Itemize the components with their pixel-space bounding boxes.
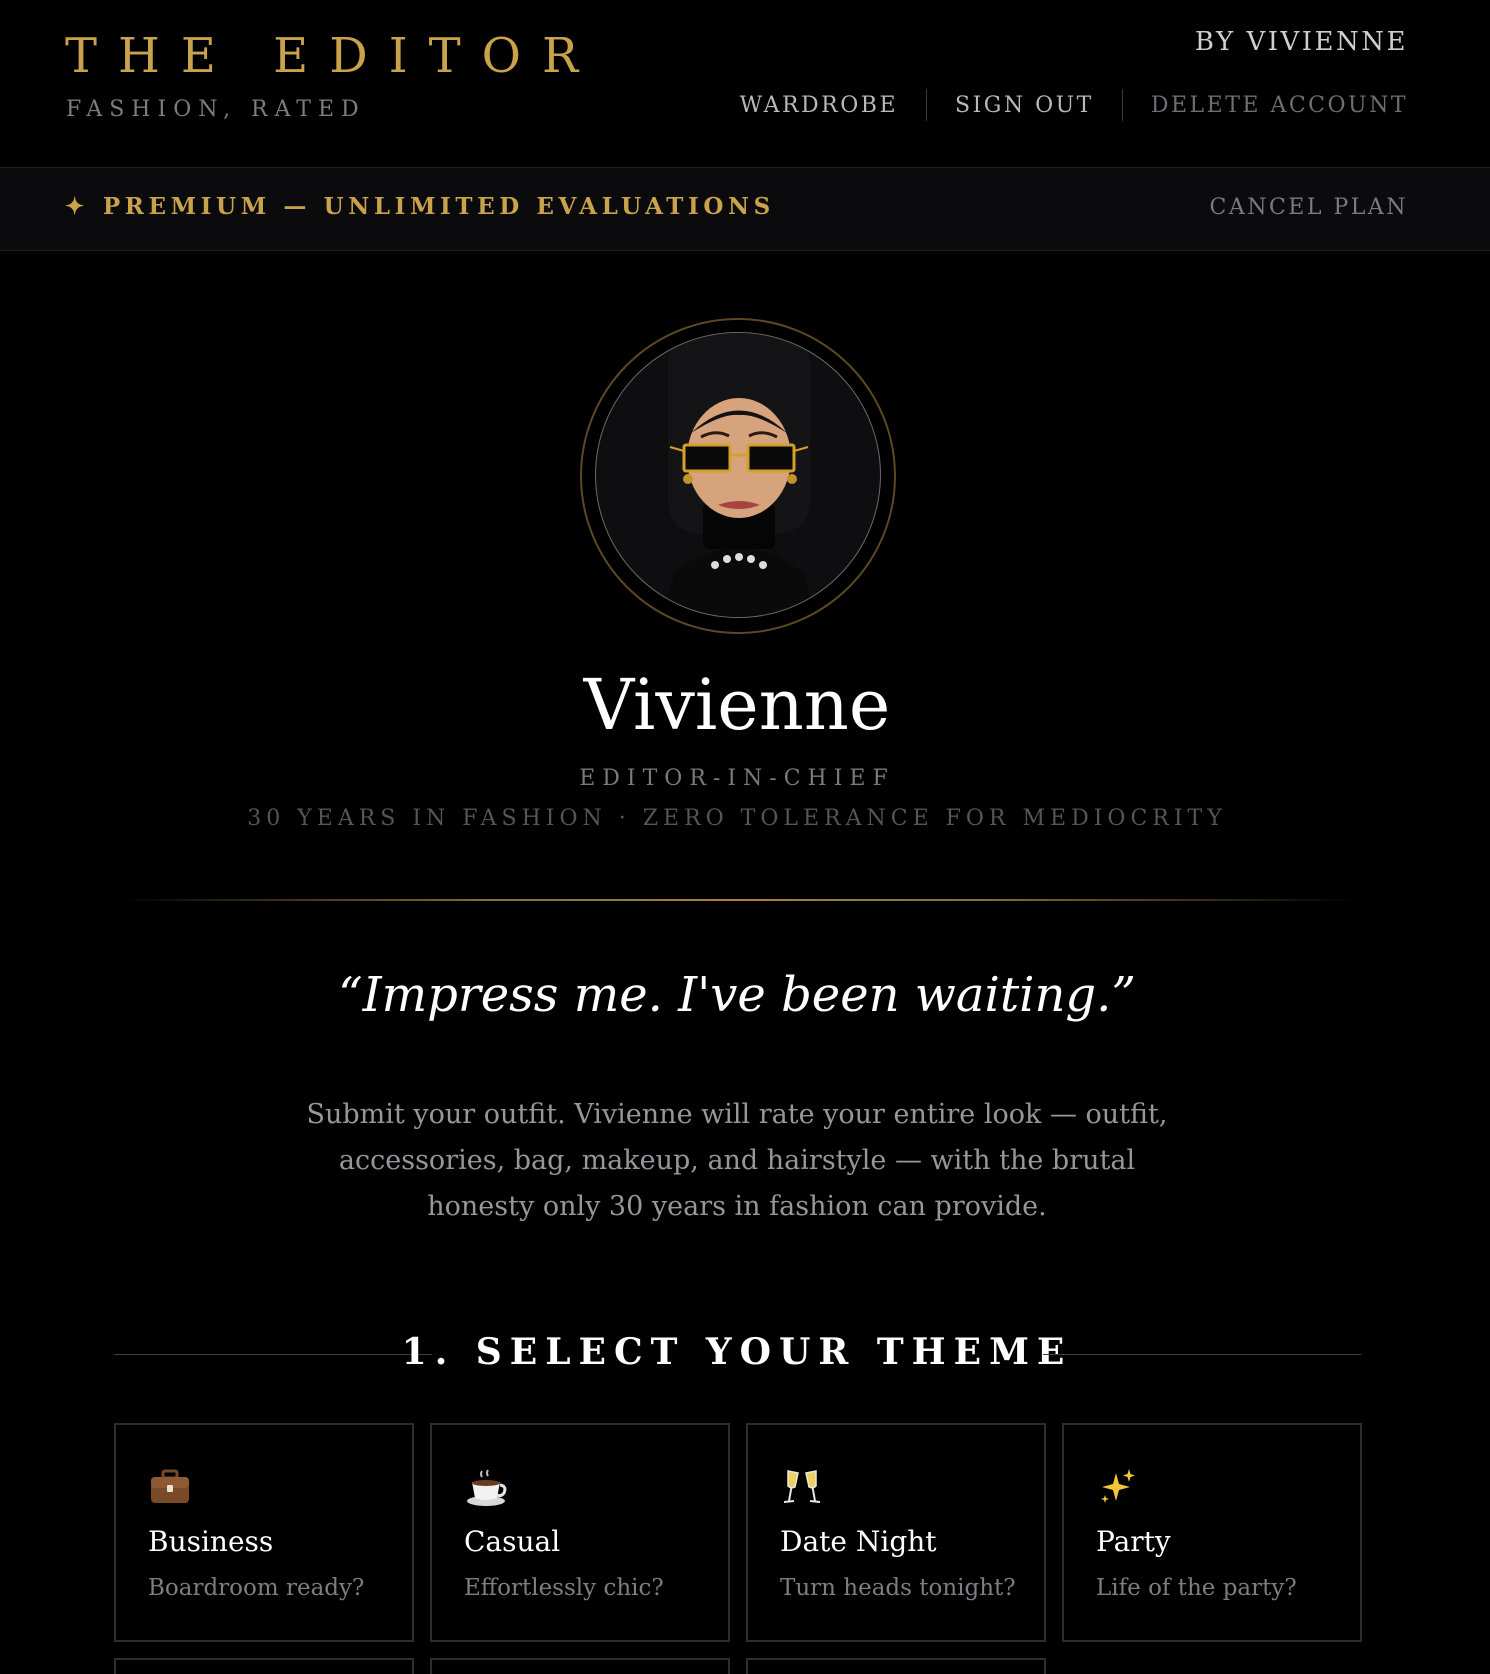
- theme-subtitle: Turn heads tonight?: [780, 1575, 1016, 1601]
- page: THE EDITOR FASHION, RATED BY VIVIENNE WA…: [0, 0, 1490, 1674]
- star-icon: ✦: [65, 193, 89, 220]
- nav-wardrobe-link[interactable]: WARDROBE: [740, 93, 898, 118]
- theme-name: Business: [148, 1525, 274, 1558]
- coffee-cup-icon: [467, 1469, 507, 1506]
- premium-status: ✦ PREMIUM — UNLIMITED EVALUATIONS: [65, 193, 775, 220]
- sparkles-icon: [1101, 1469, 1135, 1503]
- editor-quote: “Impress me. I've been waiting.”: [338, 967, 1136, 1023]
- profile-role: EDITOR-IN-CHIEF: [579, 766, 895, 791]
- theme-card-party[interactable]: Party Life of the party?: [1062, 1423, 1362, 1642]
- gold-divider: [115, 899, 1360, 901]
- theme-card-partial[interactable]: [430, 1658, 730, 1674]
- theme-subtitle: Life of the party?: [1096, 1575, 1297, 1601]
- premium-banner: ✦ PREMIUM — UNLIMITED EVALUATIONS CANCEL …: [0, 168, 1490, 251]
- theme-card-business[interactable]: Business Boardroom ready?: [114, 1423, 414, 1642]
- briefcase-icon: [151, 1469, 189, 1503]
- nav-sign-out-link[interactable]: SIGN OUT: [955, 93, 1094, 118]
- top-nav: WARDROBE SIGN OUT DELETE ACCOUNT: [740, 89, 1408, 121]
- avatar-illustration: [662, 333, 816, 617]
- nav-delete-account-link[interactable]: DELETE ACCOUNT: [1151, 93, 1408, 118]
- brand-tagline: FASHION, RATED: [66, 97, 366, 122]
- theme-card-casual[interactable]: Casual Effortlessly chic?: [430, 1423, 730, 1642]
- byline: BY VIVIENNE: [1194, 27, 1408, 57]
- theme-subtitle: Effortlessly chic?: [464, 1575, 664, 1601]
- theme-grid-row-2: [114, 1658, 1046, 1674]
- theme-subtitle: Boardroom ready?: [148, 1575, 365, 1601]
- theme-name: Party: [1096, 1525, 1171, 1558]
- section-rule-right: [1043, 1354, 1361, 1355]
- site-header: THE EDITOR FASHION, RATED BY VIVIENNE WA…: [0, 0, 1490, 168]
- brand-title[interactable]: THE EDITOR: [65, 28, 599, 84]
- theme-name: Casual: [464, 1525, 561, 1558]
- nav-divider: [1121, 89, 1123, 121]
- theme-grid: Business Boardroom ready? Casual Effortl…: [114, 1423, 1362, 1642]
- theme-card-partial[interactable]: [746, 1658, 1046, 1674]
- theme-card-date-night[interactable]: Date Night Turn heads tonight?: [746, 1423, 1046, 1642]
- intro-text: Submit your outfit. Vivienne will rate y…: [306, 1099, 1168, 1222]
- theme-name: Date Night: [780, 1525, 937, 1558]
- avatar: [595, 332, 881, 618]
- premium-label: PREMIUM — UNLIMITED EVALUATIONS: [102, 193, 775, 220]
- cancel-plan-link[interactable]: CANCEL PLAN: [1209, 195, 1408, 220]
- champagne-glasses-icon: [783, 1470, 821, 1503]
- profile-name: Vivienne: [583, 664, 891, 746]
- section-title: 1. SELECT YOUR THEME: [401, 1331, 1073, 1373]
- theme-card-partial[interactable]: [114, 1658, 414, 1674]
- profile-bio: 30 YEARS IN FASHION · ZERO TOLERANCE FOR…: [247, 806, 1227, 831]
- nav-divider: [926, 89, 927, 121]
